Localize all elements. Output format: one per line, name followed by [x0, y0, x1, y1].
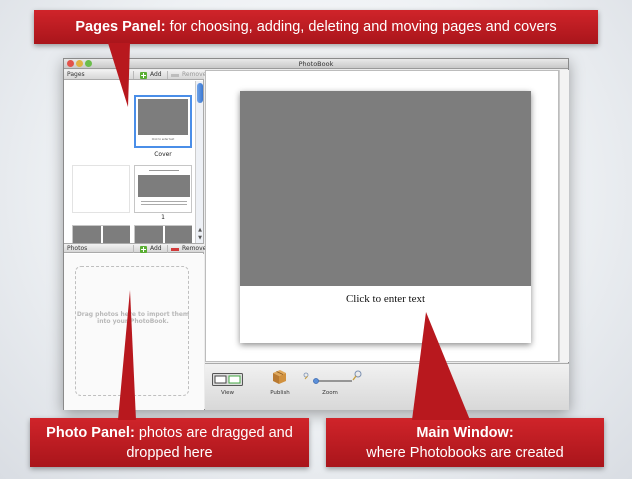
thumbnail-photo — [73, 226, 101, 243]
thumbnail-photo — [138, 99, 188, 135]
main-canvas-area[interactable]: Click to enter text — [205, 70, 559, 362]
main-scrollbar[interactable] — [559, 70, 569, 362]
minus-icon — [171, 73, 179, 77]
pages-panel-title: Pages — [67, 71, 85, 78]
page-text-field[interactable]: Click to enter text — [240, 293, 531, 305]
zoom-slider[interactable] — [302, 370, 362, 386]
photos-panel-header: Photos Add Remove — [64, 243, 206, 254]
photos-drop-area[interactable]: Drag photos here to import them into you… — [64, 254, 204, 410]
drop-zone-outline — [75, 266, 189, 396]
bottom-toolbar: View Publish Zoom — [205, 363, 569, 410]
plus-icon — [140, 245, 147, 253]
thumbnail-photo — [165, 226, 192, 243]
view-label: View — [220, 390, 235, 396]
photo-panel-callout: Photo Panel: photos are dragged and drop… — [30, 418, 309, 467]
page-thumbnail-1[interactable] — [134, 165, 192, 213]
thumbnail-text-line — [141, 201, 187, 202]
scroll-up-arrow[interactable]: ▲ — [197, 227, 203, 233]
callout-text: for choosing, adding, deleting and movin… — [165, 19, 557, 35]
callout-text: where Photobooks are created — [366, 445, 564, 461]
page-thumbnail-3[interactable] — [134, 225, 192, 243]
thumbnail-photo — [103, 226, 130, 243]
drop-hint: Drag photos here to import them into you… — [76, 311, 190, 325]
scroll-down-arrow[interactable]: ▼ — [197, 235, 203, 241]
page-thumbnail-blank[interactable] — [72, 165, 130, 213]
minus-icon — [171, 247, 179, 251]
remove-photo-label: Remove — [182, 245, 207, 252]
window-title: PhotoBook — [298, 60, 334, 68]
thumbnail-title-line — [149, 170, 179, 171]
thumbnail-photo — [138, 175, 190, 197]
pages-panel-header: Pages Add Remove — [64, 70, 206, 80]
divider — [133, 71, 134, 79]
photos-panel-title: Photos — [67, 245, 88, 252]
plus-icon — [140, 71, 147, 79]
remove-photo-button[interactable]: Remove — [171, 244, 206, 254]
photobook-window: PhotoBook Pages Add Remove Click to ente… — [63, 58, 569, 410]
main-window-callout: Main Window: where Photobooks are create… — [326, 418, 604, 467]
title-bar: PhotoBook — [64, 59, 568, 69]
page-thumbnail-2[interactable] — [72, 225, 130, 243]
photobook-page[interactable]: Click to enter text — [240, 91, 531, 343]
thumbnail-photo — [135, 226, 163, 243]
callout-title: Photo Panel: — [46, 425, 135, 441]
callout-title: Pages Panel: — [75, 19, 166, 35]
scrollbar-thumb[interactable] — [197, 83, 203, 103]
pages-panel-callout: Pages Panel: for choosing, adding, delet… — [34, 10, 598, 44]
cover-label: Cover — [154, 151, 172, 158]
add-page-button[interactable]: Add — [140, 70, 162, 80]
thumbnail-caption: Click to enter text — [151, 138, 175, 141]
page-thumbnail-cover[interactable]: Click to enter text — [134, 95, 192, 148]
package-icon[interactable] — [271, 368, 288, 385]
remove-page-label: Remove — [182, 71, 207, 78]
sidebar: Pages Add Remove Click to enter text Cov… — [64, 70, 206, 410]
add-page-label: Add — [150, 71, 162, 78]
small-magnifier-icon — [303, 372, 309, 380]
publish-label: Publish — [270, 390, 290, 396]
callout-text: photos are dragged and dropped here — [126, 425, 293, 461]
divider — [133, 245, 134, 253]
remove-page-button[interactable]: Remove — [171, 70, 206, 80]
page-number-label: 1 — [161, 214, 165, 221]
callout-title: Main Window: — [416, 425, 514, 441]
view-icon[interactable] — [212, 373, 243, 386]
add-photo-button[interactable]: Add — [140, 244, 162, 254]
zoom-label: Zoom — [322, 390, 338, 396]
photo-placeholder[interactable] — [240, 91, 531, 286]
pages-list[interactable]: Click to enter text Cover 1 ▲ ▼ — [64, 81, 204, 243]
pages-scrollbar[interactable]: ▲ ▼ — [195, 81, 203, 243]
divider — [167, 245, 168, 253]
thumbnail-text-line — [141, 204, 187, 205]
large-magnifier-icon — [352, 370, 362, 381]
add-photo-label: Add — [150, 245, 162, 252]
divider — [167, 71, 168, 79]
